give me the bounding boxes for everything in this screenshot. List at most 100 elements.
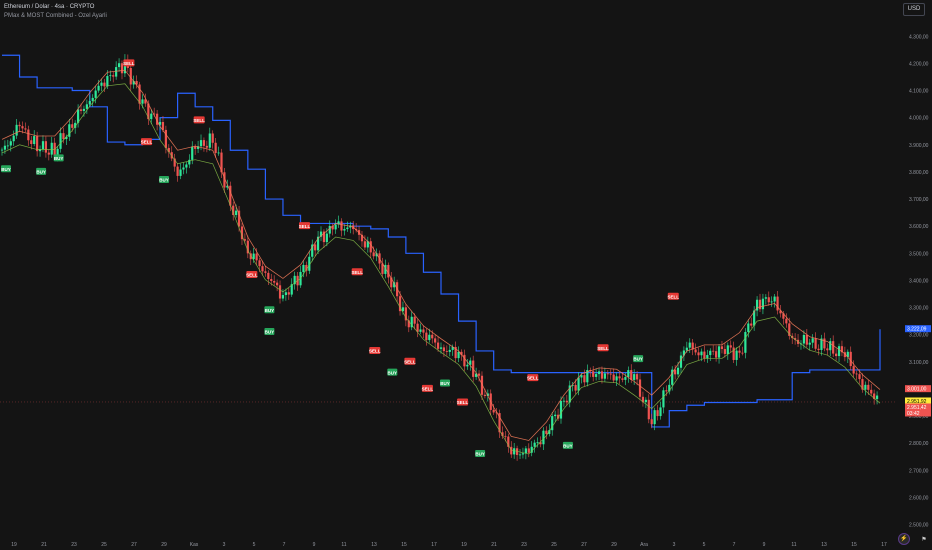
candle-body <box>27 129 30 141</box>
y-tick-label: 4.000,00 <box>909 116 929 122</box>
chart-app[interactable]: 4.300,00 4.200,00 4.100,00 4.000,00 3.900,00… <box>0 0 932 550</box>
candle-body <box>50 142 53 155</box>
x-tick-label: 25 <box>101 542 107 548</box>
candle-body <box>62 133 65 139</box>
x-tick-label: 9 <box>313 542 316 548</box>
symbol-title[interactable]: Ethereum / Dolar · 4sa · CRYPTO <box>4 4 94 10</box>
y-tick-label: 2.700,00 <box>909 468 929 474</box>
signal-label: SELL <box>369 349 381 354</box>
candle-body <box>328 225 331 234</box>
y-tick-label: 2.500,00 <box>909 523 929 529</box>
candle-body <box>21 126 24 129</box>
candle-body <box>88 100 91 105</box>
candle-body <box>709 350 712 356</box>
candle-body <box>554 414 557 417</box>
candle-body <box>635 374 639 380</box>
currency-button[interactable]: USD <box>903 3 925 16</box>
signal-label: SELL <box>351 270 363 275</box>
candle-body <box>302 264 305 272</box>
candle-body <box>715 351 718 358</box>
signal-label: SELL <box>527 376 539 381</box>
candle-body <box>112 75 115 77</box>
candle-body <box>457 351 460 359</box>
candle-body <box>606 373 609 375</box>
candle-body <box>723 349 726 354</box>
candle-body <box>700 351 703 356</box>
candle-body <box>647 399 650 420</box>
candle-body <box>346 227 349 230</box>
candle-body <box>340 221 343 231</box>
candle-body <box>767 297 770 303</box>
candle-body <box>15 124 18 136</box>
y-tick-label: 3.600,00 <box>909 224 929 230</box>
candle-body <box>770 301 773 303</box>
candle-body <box>597 371 601 375</box>
x-tick-label: 19 <box>11 542 17 548</box>
candle-body <box>761 298 765 310</box>
candle-body <box>369 241 372 253</box>
candle-body <box>615 376 618 381</box>
signal-label: SELL <box>246 273 258 278</box>
candle-body <box>527 448 530 453</box>
candle-body <box>685 347 688 351</box>
signal-label: BUY <box>159 178 169 183</box>
candle-body <box>483 394 486 396</box>
signal-label: SELL <box>141 140 153 145</box>
y-tick-label: 3.900,00 <box>909 143 929 149</box>
indicator-title[interactable]: PMax & MOST Combined - Ozel Ayarli <box>4 13 107 19</box>
candle-body <box>3 145 7 150</box>
signal-label: BUY <box>440 381 450 386</box>
candle-body <box>524 448 527 454</box>
candle-body <box>103 82 106 87</box>
candle-body <box>583 375 586 383</box>
candle-body <box>273 281 276 283</box>
x-tick-label: 7 <box>733 542 736 548</box>
candle-body <box>85 104 88 109</box>
candle-body <box>71 124 74 128</box>
x-tick-label: 13 <box>821 542 827 548</box>
candle-body <box>82 108 86 111</box>
candle-body <box>618 376 621 379</box>
candle-body <box>650 419 653 425</box>
y-tick-label: 4.300,00 <box>909 34 929 40</box>
candle-body <box>676 367 680 375</box>
candle-body <box>510 446 513 455</box>
candle-body <box>533 442 536 447</box>
x-tick-label: 11 <box>341 542 346 548</box>
candle-body <box>653 410 656 425</box>
candle-body <box>91 97 94 101</box>
candle-body <box>278 285 282 299</box>
candle-body <box>466 364 469 367</box>
flag-icon[interactable]: ⚑ <box>920 536 928 545</box>
candle-body <box>94 90 97 98</box>
chart-canvas[interactable]: 4.300,00 4.200,00 4.100,00 4.000,00 3.900,00… <box>0 0 932 550</box>
y-tick-label: 3.100,00 <box>909 360 929 366</box>
candle-body <box>545 430 548 434</box>
signal-label: BUY <box>36 170 46 175</box>
candle-body <box>735 350 738 360</box>
x-tick-label: 23 <box>521 542 527 548</box>
candle-body <box>504 435 507 437</box>
candle-body <box>217 152 220 154</box>
candle-body <box>697 352 700 356</box>
candle-body <box>235 210 238 216</box>
candle-body <box>117 63 121 68</box>
candle-body <box>521 453 525 455</box>
candle-body <box>24 128 27 130</box>
x-tick-label: 3 <box>223 542 226 548</box>
candle-body <box>205 145 208 148</box>
candle-body <box>747 323 750 332</box>
candle-body <box>477 373 481 376</box>
candle-body <box>849 351 852 367</box>
y-tick-label: 2.600,00 <box>909 495 929 501</box>
candle-body <box>609 373 612 375</box>
candle-body <box>703 351 706 359</box>
tradingview-logo-icon[interactable]: ⚡ <box>898 533 910 545</box>
candle-body <box>805 334 808 345</box>
candle-body <box>720 346 724 350</box>
x-tick-label: 9 <box>763 542 766 548</box>
candle-body <box>363 241 367 248</box>
candle-body <box>115 67 118 77</box>
candle-body <box>448 349 451 352</box>
candle-body <box>442 347 446 352</box>
